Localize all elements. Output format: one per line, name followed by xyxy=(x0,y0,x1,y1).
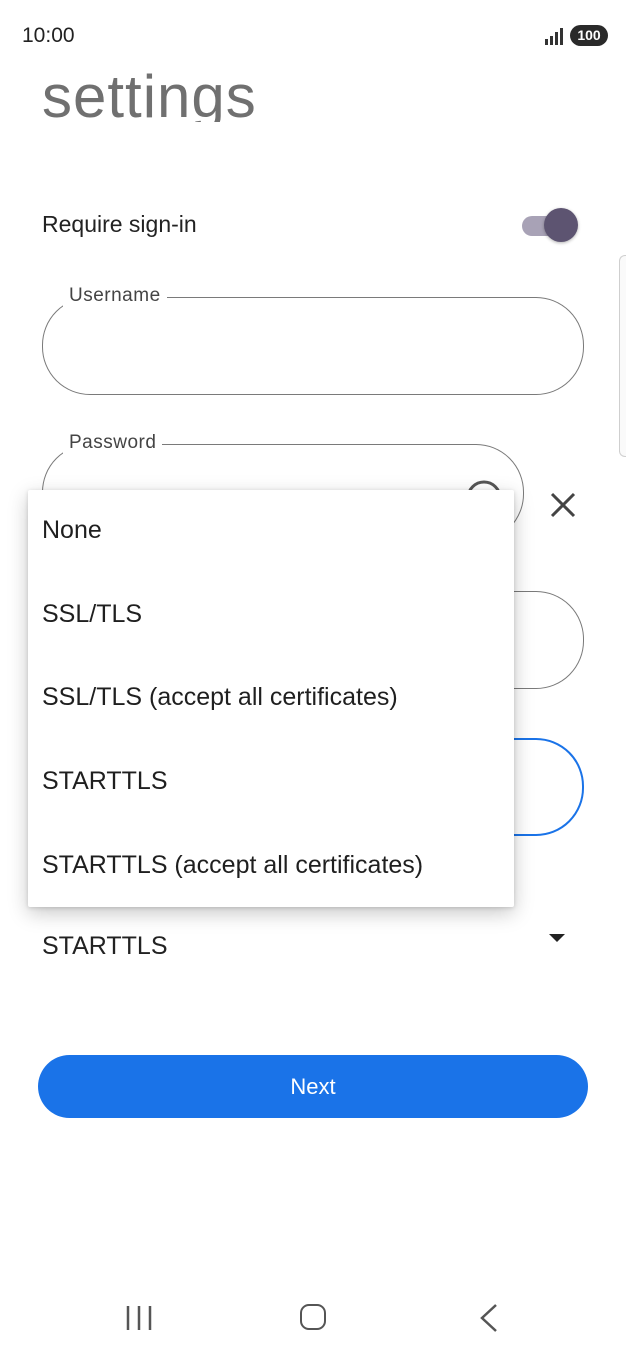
recents-icon[interactable] xyxy=(124,1304,154,1332)
home-icon[interactable] xyxy=(300,1304,326,1330)
require-signin-toggle[interactable] xyxy=(522,208,580,244)
menu-item-starttls-accept-all[interactable]: STARTTLS (accept all certificates) xyxy=(42,845,502,885)
status-time: 10:00 xyxy=(22,24,75,47)
menu-item-none[interactable]: None xyxy=(42,510,502,550)
username-label: Username xyxy=(63,285,167,307)
security-dropdown-value: STARTTLS xyxy=(42,932,168,960)
battery-icon: 100 xyxy=(570,25,608,46)
dropdown-arrow-icon xyxy=(549,934,565,942)
menu-item-starttls[interactable]: STARTTLS xyxy=(42,761,502,801)
back-icon[interactable] xyxy=(476,1302,502,1334)
require-signin-label: Require sign-in xyxy=(42,211,197,237)
security-options-menu: None SSL/TLS SSL/TLS (accept all certifi… xyxy=(28,490,514,907)
page-title: settings xyxy=(42,63,257,122)
navigation-bar xyxy=(0,1280,626,1358)
toggle-thumb xyxy=(544,208,578,242)
scrollbar[interactable] xyxy=(619,255,626,457)
signal-icon xyxy=(545,28,563,45)
username-field[interactable]: Username xyxy=(42,285,584,395)
menu-item-ssl-tls-accept-all[interactable]: SSL/TLS (accept all certificates) xyxy=(42,677,502,717)
password-label: Password xyxy=(63,432,163,454)
next-button[interactable]: Next xyxy=(38,1055,588,1118)
menu-item-ssl-tls[interactable]: SSL/TLS xyxy=(42,594,502,634)
clear-password-icon[interactable] xyxy=(548,490,578,520)
